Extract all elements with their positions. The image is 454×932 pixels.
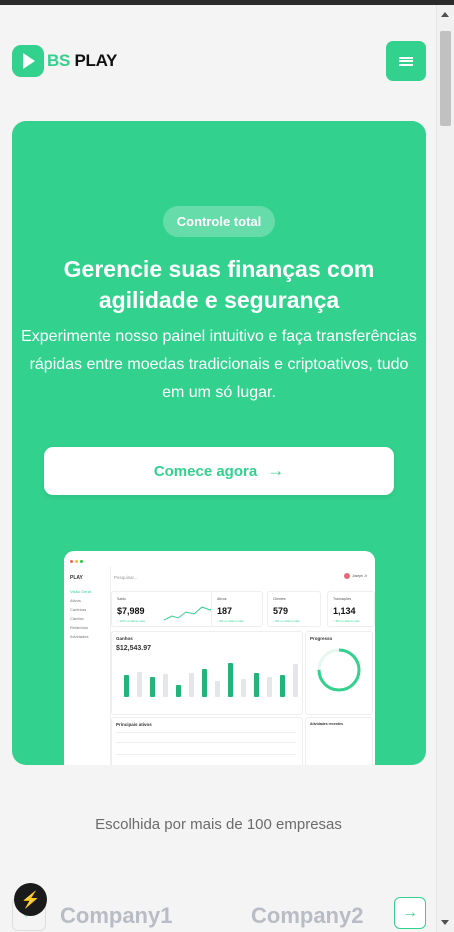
dashboard-sidebar-item: Relatórios — [70, 625, 89, 630]
chevron-right-icon: → — [402, 904, 418, 921]
browser-top-edge — [0, 0, 454, 5]
company-logo: Company2 — [251, 903, 364, 928]
carousel-next-button[interactable]: → — [394, 897, 426, 929]
dashboard-sidebar: PLAY Visão Geral Ativos Carteiras Câmbio… — [64, 567, 111, 765]
earnings-bar — [137, 672, 142, 697]
hero-subtitle: Experimente nosso painel intuitivo e faç… — [21, 328, 417, 401]
kpi-card: Clientes 579 ↑ 8% no último mês — [267, 591, 321, 627]
get-started-label: Comece agora — [153, 462, 258, 480]
earnings-bar — [228, 663, 233, 697]
dashboard-user: Joseph Jr — [343, 573, 367, 579]
earnings-panel: Ganhos $12,543.97 — [111, 631, 303, 715]
earnings-bar — [293, 664, 298, 697]
earnings-bar — [202, 669, 207, 697]
earnings-bar — [163, 674, 168, 697]
window-dots — [70, 560, 83, 563]
earnings-bar — [215, 681, 220, 697]
company-carousel: ← Company1 Company2 → — [0, 895, 437, 932]
dashboard-sidebar-item: Atividades — [70, 634, 89, 639]
companies-tagline: Escolhida por mais de 100 empresas — [95, 816, 342, 833]
brand-logo[interactable]: BS PLAY — [12, 45, 117, 77]
arrow-right-icon: → — [267, 461, 285, 480]
earnings-bar — [124, 675, 129, 697]
avatar — [343, 573, 350, 579]
scroll-up-icon[interactable] — [441, 12, 449, 17]
activities-panel: Atividades recentes — [305, 717, 373, 765]
dashboard-logo: PLAY — [70, 575, 83, 581]
site-header: BS PLAY — [12, 41, 426, 81]
scrollbar-thumb[interactable] — [440, 31, 451, 126]
dashboard-search: Pesquisar... — [114, 575, 138, 580]
earnings-bar — [267, 677, 272, 697]
dashboard-sidebar-item: Carteiras — [70, 607, 87, 612]
company-logo: Company1 — [60, 903, 173, 928]
earnings-bar — [241, 679, 246, 697]
kpi-card: Ativos 187 ↑ 5% no último mês — [211, 591, 263, 627]
brand-wordmark: BS PLAY — [47, 51, 118, 70]
dashboard-sidebar-item: Visão Geral — [70, 589, 91, 594]
earnings-bar — [150, 677, 155, 697]
dashboard-preview-image: PLAY Visão Geral Ativos Carteiras Câmbio… — [64, 551, 375, 765]
get-started-button[interactable]: Comece agora → — [44, 447, 394, 495]
earnings-bar — [280, 675, 285, 697]
play-logo-icon — [12, 45, 44, 77]
kpi-card: Transações 1,134 ↑ 3% no último mês — [327, 591, 375, 627]
progress-ring — [317, 648, 361, 692]
menu-button[interactable] — [386, 41, 426, 81]
scroll-down-icon[interactable] — [441, 920, 449, 925]
earnings-bar — [189, 673, 194, 697]
progress-panel: Progresso — [305, 631, 373, 715]
earnings-bar — [176, 685, 181, 697]
earnings-bar — [254, 673, 259, 697]
hero-title: Gerencie suas finanças com agilidade e s… — [63, 256, 375, 313]
bolt-icon[interactable]: ⚡ — [14, 883, 47, 916]
hero-section: Controle total Gerencie suas finanças co… — [12, 121, 426, 765]
scrollbar[interactable] — [436, 5, 454, 932]
assets-table-panel: Principais ativos — [111, 717, 303, 765]
menu-icon — [399, 56, 413, 66]
hero-badge: Controle total — [163, 206, 275, 237]
earnings-value: $12,543.97 — [116, 645, 152, 652]
dashboard-sidebar-item: Ativos — [70, 598, 81, 603]
dashboard-sidebar-item: Câmbio — [70, 616, 84, 621]
